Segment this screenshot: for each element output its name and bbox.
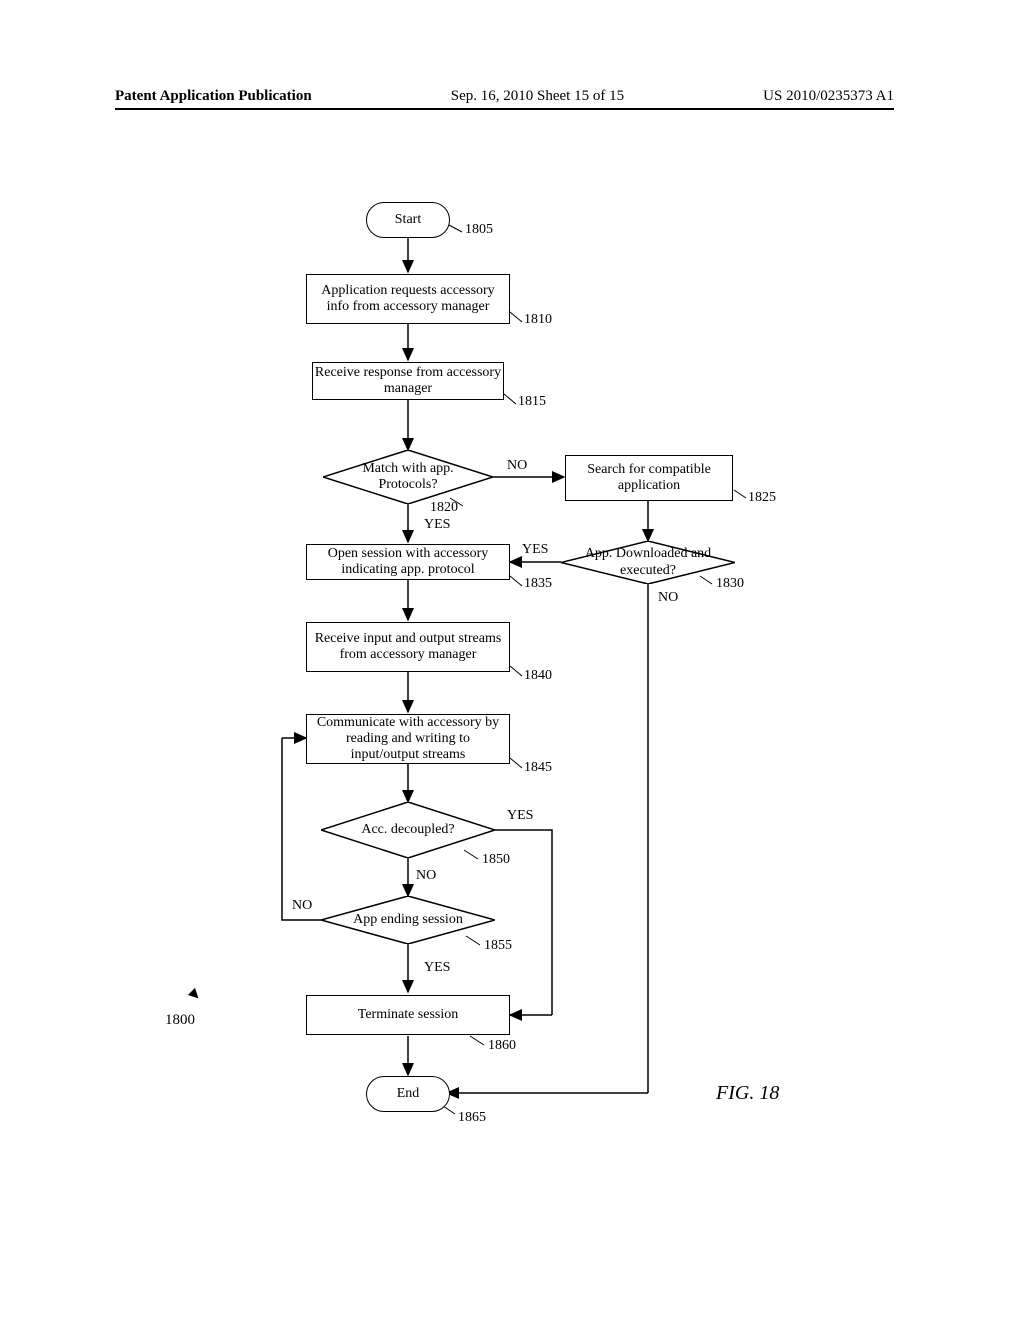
start-text: Start [395,212,421,228]
terminator-start: Start [366,202,450,238]
process-1825: Search for compatible application [565,455,733,501]
text-1830: App. Downloaded and executed? [561,541,735,584]
label-1850-no: NO [416,868,436,884]
text-1820: Match with app. Protocols? [323,450,493,504]
process-1810: Application requests accessory info from… [306,274,510,324]
decision-1830: App. Downloaded and executed? [561,541,735,584]
text-1850: Acc. decoupled? [321,802,495,858]
process-1835: Open session with accessory indicating a… [306,544,510,580]
ref-1820: 1820 [430,500,458,516]
ref-1830: 1830 [716,576,744,592]
ref-1825: 1825 [748,490,776,506]
ref-1810: 1810 [524,312,552,328]
figure-ref-1800: 1800 [165,1012,195,1029]
ref-1845: 1845 [524,760,552,776]
label-1830-yes: YES [522,542,548,558]
text-1835: Open session with accessory indicating a… [313,546,503,578]
ref-1855: 1855 [484,938,512,954]
ref-1865: 1865 [458,1110,486,1126]
text-1860: Terminate session [358,1007,459,1023]
figure-pointer-icon [188,988,202,1002]
flowchart-connectors [0,0,1024,1320]
ref-1860: 1860 [488,1038,516,1054]
label-1855-yes: YES [424,960,450,976]
text-1840: Receive input and output streams from ac… [313,631,503,663]
text-1855: App ending session [321,896,495,944]
decision-1855: App ending session [321,896,495,944]
process-1860: Terminate session [306,995,510,1035]
ref-1805: 1805 [465,222,493,238]
label-1820-yes: YES [424,517,450,533]
label-1820-no: NO [507,458,527,474]
process-1840: Receive input and output streams from ac… [306,622,510,672]
text-1825: Search for compatible application [572,462,726,494]
end-text: End [397,1086,420,1102]
process-1815: Receive response from accessory manager [312,362,504,400]
terminator-end: End [366,1076,450,1112]
ref-1835: 1835 [524,576,552,592]
figure-label: FIG. 18 [716,1082,779,1105]
decision-1850: Acc. decoupled? [321,802,495,858]
flowchart-canvas: Start 1805 Application requests accessor… [0,0,1024,1320]
text-1845: Communicate with accessory by reading an… [313,715,503,763]
text-1815: Receive response from accessory manager [313,365,503,397]
ref-1840: 1840 [524,668,552,684]
label-1830-no: NO [658,590,678,606]
label-1855-no: NO [292,898,312,914]
decision-1820: Match with app. Protocols? [323,450,493,504]
ref-1850: 1850 [482,852,510,868]
label-1850-yes: YES [507,808,533,824]
ref-1815: 1815 [518,394,546,410]
process-1845: Communicate with accessory by reading an… [306,714,510,764]
text-1810: Application requests accessory info from… [313,283,503,315]
